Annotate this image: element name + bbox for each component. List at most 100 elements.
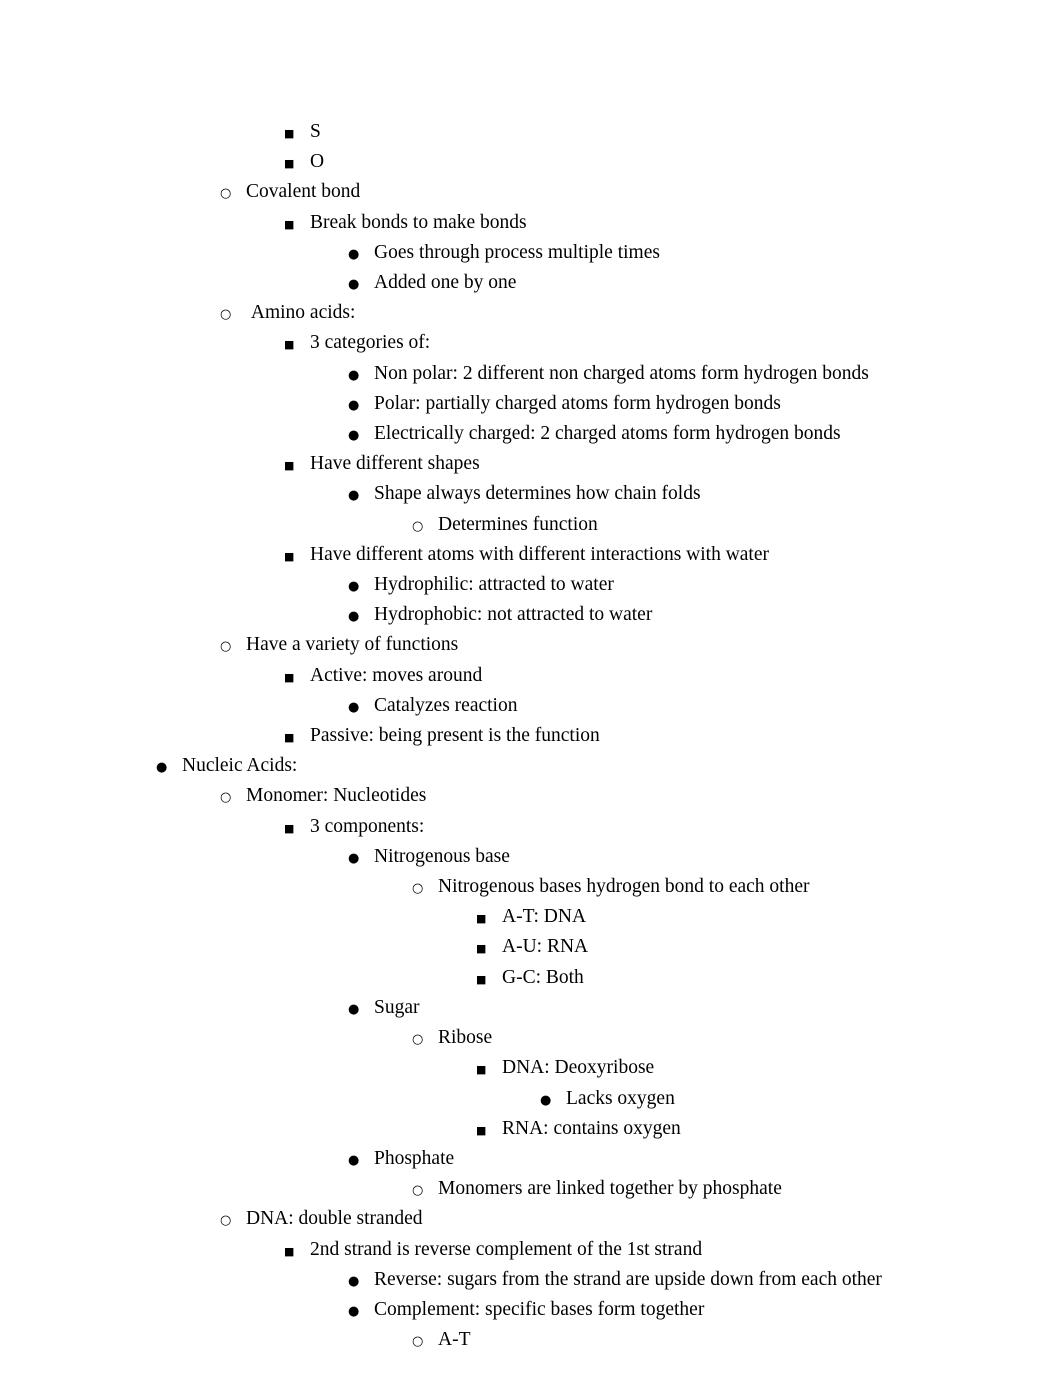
outline-item: ○ Monomers are linked together by phospha… — [90, 1175, 972, 1205]
bullet-square-icon: ■ — [284, 821, 295, 835]
outline-item-text: Have different shapes — [310, 453, 480, 475]
outline-item-text: Catalyzes reaction — [374, 694, 518, 716]
outline-item: ● Nucleic Acids: — [90, 752, 972, 782]
outline-item-text: Have a variety of functions — [246, 634, 459, 656]
outline-item-text: Active: moves around — [310, 664, 483, 686]
outline-item-text: DNA: Deoxyribose — [502, 1057, 655, 1079]
bullet-square-icon: ■ — [476, 912, 487, 926]
outline-item: ● Shape always determines how chain folds — [90, 480, 972, 510]
outline-item-text: Phosphate — [374, 1147, 455, 1169]
outline-item-text: RNA: contains oxygen — [502, 1117, 681, 1139]
outline-item-text: G-C: Both — [502, 966, 584, 988]
outline-item: ● Goes through process multiple times — [90, 239, 972, 269]
outline-item-text: DNA: double stranded — [246, 1208, 423, 1230]
outline-item: ■ G-C: Both — [90, 964, 972, 994]
outline-item: ○ Ribose — [90, 1024, 972, 1054]
bullet-square-icon: ■ — [284, 670, 295, 684]
outline-item: ● Reverse: sugars from the strand are ups… — [90, 1266, 972, 1296]
outline-item-text: A-T — [438, 1329, 471, 1351]
outline-item: ■ Have different shapes — [90, 450, 972, 480]
bullet-disc-icon: ● — [348, 1152, 360, 1168]
outline-item: ○ Nitrogenous bases hydrogen bond to each… — [90, 873, 972, 903]
outline-item: ■ 3 categories of: — [90, 329, 972, 359]
outline-item-text: 3 components: — [310, 815, 425, 837]
outline-item-text: Nucleic Acids: — [182, 755, 298, 777]
bullet-circle-icon: ○ — [220, 186, 232, 202]
outline-item-text: Sugar — [374, 996, 420, 1018]
bullet-square-icon: ■ — [284, 731, 295, 745]
bullet-circle-icon: ○ — [220, 639, 232, 655]
bullet-square-icon: ■ — [284, 157, 295, 171]
outline-item: ● Polar: partially charged atoms form hyd… — [90, 390, 972, 420]
bullet-disc-icon: ● — [348, 850, 360, 866]
outline-item-text: S — [310, 121, 321, 142]
outline-item: ■ 2nd strand is reverse complement of the… — [90, 1236, 972, 1266]
bullet-square-icon: ■ — [284, 549, 295, 563]
outline-item: ● Catalyzes reaction — [90, 692, 972, 722]
bullet-square-icon: ■ — [284, 338, 295, 352]
bullet-circle-icon: ○ — [412, 1334, 424, 1350]
outline-item-text: Monomers are linked together by phosphat… — [438, 1178, 782, 1200]
outline-item: ● Non polar: 2 different non charged atom… — [90, 360, 972, 390]
outline-item: ■ O — [90, 148, 972, 178]
outline-item-text: 2nd strand is reverse complement of the … — [310, 1238, 703, 1260]
bullet-square-icon: ■ — [476, 1123, 487, 1137]
outline-item-text: Electrically charged: 2 charged atoms fo… — [374, 423, 841, 445]
bullet-disc-icon: ● — [348, 579, 360, 595]
bullet-circle-icon: ○ — [412, 1032, 424, 1048]
outline-item-text: Ribose — [438, 1027, 493, 1049]
bullet-square-icon: ■ — [476, 942, 487, 956]
bullet-circle-icon: ○ — [412, 1183, 424, 1199]
outline-list: ■ S ■ O ○ Covalent bond ■ Break bonds to make b… — [90, 118, 972, 1356]
outline-item-text: Nitrogenous bases hydrogen bond to each … — [438, 876, 810, 898]
outline-item-text: Added one by one — [374, 272, 517, 294]
bullet-square-icon: ■ — [284, 127, 295, 140]
outline-item: ● Lacks oxygen — [90, 1085, 972, 1115]
outline-item-text: A-T: DNA — [502, 906, 587, 928]
outline-item: ■ DNA: Deoxyribose — [90, 1054, 972, 1084]
bullet-disc-icon: ● — [348, 1001, 360, 1017]
bullet-circle-icon: ○ — [412, 881, 424, 897]
outline-item-text: Have different atoms with different inte… — [310, 543, 770, 565]
bullet-disc-icon: ● — [348, 1303, 360, 1319]
outline-item: ○ A-T — [90, 1326, 972, 1356]
document-page: ■ S ■ O ○ Covalent bond ■ Break bonds to make b… — [0, 0, 1062, 1376]
bullet-square-icon: ■ — [476, 1063, 487, 1077]
outline-item: ○ Monomer: Nucleotides — [90, 782, 972, 812]
bullet-disc-icon: ● — [348, 277, 360, 293]
outline-item: ● Added one by one — [90, 269, 972, 299]
outline-item: ■ RNA: contains oxygen — [90, 1115, 972, 1145]
outline-item: ■ A-T: DNA — [90, 903, 972, 933]
outline-item: ■ S — [90, 118, 972, 148]
outline-item-text: Lacks oxygen — [566, 1087, 675, 1109]
outline-item-text: Complement: specific bases form together — [374, 1298, 705, 1320]
outline-item-text: A-U: RNA — [502, 936, 589, 958]
outline-item-text: Goes through process multiple times — [374, 241, 660, 263]
outline-item-text: Nitrogenous base — [374, 845, 510, 867]
bullet-square-icon: ■ — [284, 1244, 295, 1258]
outline-item: ● Phosphate — [90, 1145, 972, 1175]
outline-item-text: Amino acids: — [246, 302, 356, 324]
outline-item: ○ DNA: double stranded — [90, 1205, 972, 1235]
outline-item-text: Shape always determines how chain folds — [374, 483, 701, 505]
outline-item-text: O — [310, 151, 325, 173]
bullet-square-icon: ■ — [284, 217, 295, 231]
bullet-square-icon: ■ — [476, 972, 487, 986]
outline-item-text: Covalent bond — [246, 181, 361, 203]
bullet-circle-icon: ○ — [412, 518, 424, 534]
outline-item: ■ 3 components: — [90, 813, 972, 843]
bullet-disc-icon: ● — [348, 246, 360, 262]
bullet-disc-icon: ● — [156, 760, 168, 776]
outline-item-text: Break bonds to make bonds — [310, 211, 527, 233]
bullet-disc-icon: ● — [348, 367, 360, 383]
bullet-circle-icon: ○ — [220, 790, 232, 806]
bullet-disc-icon: ● — [348, 1273, 360, 1289]
outline-item-text: Hydrophobic: not attracted to water — [374, 604, 653, 626]
bullet-disc-icon: ● — [348, 488, 360, 504]
outline-item-text: Determines function — [438, 513, 598, 535]
outline-item: ● Sugar — [90, 994, 972, 1024]
outline-item-text: Non polar: 2 different non charged atoms… — [374, 362, 869, 384]
outline-item: ● Nitrogenous base — [90, 843, 972, 873]
bullet-disc-icon: ● — [348, 609, 360, 625]
outline-item-text: Monomer: Nucleotides — [246, 785, 427, 807]
